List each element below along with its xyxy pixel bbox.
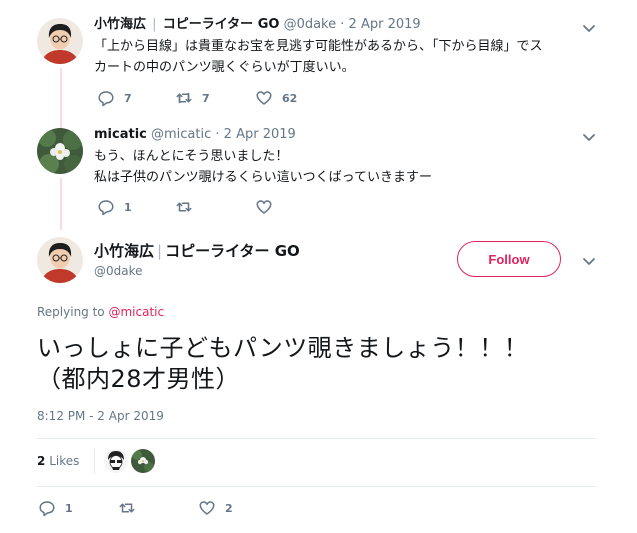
reply-button[interactable]: 1 <box>38 499 73 517</box>
liker-avatar[interactable] <box>104 449 128 473</box>
reply-icon <box>97 198 115 216</box>
author-handle[interactable]: @micatic <box>151 127 211 142</box>
author-tagline[interactable]: コピーライター GO <box>163 17 280 32</box>
replying-prefix: Replying to <box>37 305 105 319</box>
author-name[interactable]: micatic <box>94 127 147 142</box>
retweet-icon <box>118 499 136 517</box>
tweet-text-line: カートの中のパンツ覗くぐらいが丁度いい。 <box>94 60 355 75</box>
tweet-text-line: 「上から目線」は貴重なお宝を見逃す可能性があるから、「下から目線」でス <box>94 39 543 54</box>
follow-button[interactable]: Follow <box>457 241 561 277</box>
like-button[interactable]: 2 <box>198 499 233 517</box>
tweet-timestamp[interactable]: 8:12 PM - 2 Apr 2019 <box>37 409 164 423</box>
divider-vertical <box>94 448 95 474</box>
reply-icon <box>38 499 56 517</box>
main-tweet-line: （都内28才男性） <box>37 365 241 393</box>
main-author-handle[interactable]: @0dake <box>94 264 143 278</box>
tweet-text: 「上から目線」は貴重なお宝を見逃す可能性があるから、「下から目線」でス カートの… <box>94 36 543 78</box>
chevron-down-icon[interactable] <box>581 20 597 36</box>
tweet-header: micatic @micatic · 2 Apr 2019 <box>94 127 296 143</box>
main-author-name[interactable]: 小竹海広 | コピーライター GO <box>94 240 300 261</box>
main-tweet-line: いっしょに子どもパンツ覗きましょう！！！ <box>37 334 529 362</box>
main-tweet-actions: 1 2 <box>38 499 278 517</box>
reply-count: 1 <box>124 200 132 214</box>
name-separator: | <box>157 242 163 260</box>
reply-button[interactable]: 7 <box>97 89 132 107</box>
tweet-text-line: 私は子供のパンツ覗けるくらい這いつくばっていきますー <box>94 170 433 185</box>
avatar-micatic[interactable] <box>37 128 83 174</box>
chevron-down-icon[interactable] <box>581 129 597 145</box>
tweet-text: もう、ほんとにそう思いました！ 私は子供のパンツ覗けるくらい這いつくばっていきま… <box>94 146 432 188</box>
retweet-count: 7 <box>202 91 210 105</box>
like-button[interactable] <box>255 198 282 216</box>
likes-count: 2 <box>37 454 46 468</box>
retweet-icon <box>175 198 193 216</box>
replying-to: Replying to @micatic <box>37 305 164 319</box>
retweet-button[interactable]: 7 <box>175 89 210 107</box>
heart-icon <box>255 198 273 216</box>
tweet-header: 小竹海広 | コピーライター GO @0dake · 2 Apr 2019 <box>94 17 421 33</box>
author-handle[interactable]: @0dake <box>284 17 337 32</box>
like-count: 2 <box>225 501 233 515</box>
author-name[interactable]: 小竹海広 <box>94 242 154 260</box>
replying-handle-link[interactable]: @micatic <box>108 305 164 319</box>
name-separator: | <box>152 17 157 32</box>
like-count: 62 <box>282 91 298 105</box>
thread-line-2 <box>60 178 62 230</box>
header-dot: · <box>215 127 220 142</box>
chevron-down-icon[interactable] <box>581 253 597 269</box>
tweet-date[interactable]: 2 Apr 2019 <box>224 127 296 142</box>
main-tweet-text: いっしょに子どもパンツ覗きましょう！！！ （都内28才男性） <box>37 333 528 395</box>
thread-line-1 <box>60 68 62 128</box>
tweet-text-line: もう、ほんとにそう思いました！ <box>94 149 289 164</box>
heart-icon <box>255 89 273 107</box>
reply-count: 7 <box>124 91 132 105</box>
avatar-main-0dake[interactable] <box>37 237 83 283</box>
retweet-button[interactable] <box>175 198 202 216</box>
tweet-date[interactable]: 2 Apr 2019 <box>349 17 421 32</box>
reply-count: 1 <box>65 501 73 515</box>
divider <box>37 438 597 439</box>
retweet-icon <box>175 89 193 107</box>
heart-icon <box>198 499 216 517</box>
reply-button[interactable]: 1 <box>97 198 132 216</box>
reply-icon <box>97 89 115 107</box>
avatar-0dake[interactable] <box>37 18 83 64</box>
divider <box>37 486 597 487</box>
likes-label: Likes <box>49 454 80 468</box>
retweet-button[interactable] <box>118 499 145 517</box>
header-dot: · <box>340 17 345 32</box>
author-name[interactable]: 小竹海広 <box>94 17 146 32</box>
author-tagline[interactable]: コピーライター GO <box>165 242 300 260</box>
liker-avatar[interactable] <box>131 449 155 473</box>
likes-summary[interactable]: 2 Likes <box>37 454 79 468</box>
like-button[interactable]: 62 <box>255 89 297 107</box>
tweet-actions: 1 <box>97 198 317 216</box>
tweet-actions: 7 7 62 <box>97 89 317 107</box>
